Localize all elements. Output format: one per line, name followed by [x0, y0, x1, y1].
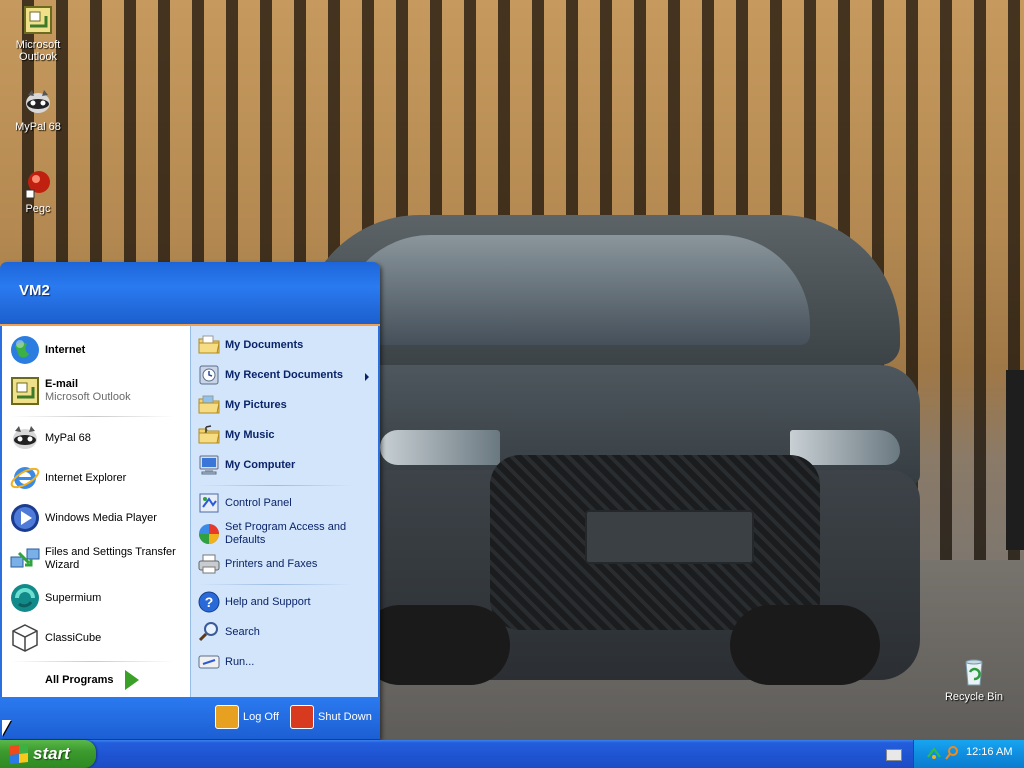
menu-item-label: Run...	[225, 655, 255, 668]
desktop-icon-label: Recycle Bin	[944, 691, 1004, 703]
menu-item-label: Windows Media Player	[45, 511, 157, 524]
menu-item-email[interactable]: E-mail Microsoft Outlook	[9, 375, 131, 407]
menu-item-label: My Pictures	[225, 398, 287, 411]
menu-item-printers-faxes[interactable]: Printers and Faxes	[197, 552, 317, 576]
menu-item-internet[interactable]: Internet	[9, 334, 85, 366]
menu-item-my-music[interactable]: My Music	[197, 423, 275, 447]
keyboard-icon[interactable]	[886, 749, 902, 761]
recycle-bin-icon	[965, 659, 983, 686]
transfer-wizard-icon	[10, 548, 40, 568]
outlook-icon	[24, 6, 52, 34]
ie-icon	[10, 467, 40, 489]
menu-item-sublabel: Microsoft Outlook	[45, 391, 131, 403]
menu-item-label: MyPal 68	[45, 431, 91, 444]
submenu-arrow-icon	[365, 373, 369, 381]
desktop-icon-mypal[interactable]: MyPal 68	[0, 86, 76, 133]
menu-item-mypal[interactable]: MyPal 68	[9, 422, 91, 454]
menu-item-search[interactable]: Search	[197, 620, 260, 644]
control-panel-icon	[199, 493, 219, 513]
menu-item-transfer-wizard[interactable]: Files and Settings Transfer Wizard	[9, 543, 184, 575]
menu-item-label: Help and Support	[225, 595, 311, 608]
outlook-icon	[11, 377, 39, 405]
menu-item-label: My Documents	[225, 338, 304, 351]
menu-item-media-player[interactable]: Windows Media Player	[9, 502, 157, 534]
divider	[10, 661, 175, 662]
desktop-icon-label: MyPal 68	[15, 121, 61, 133]
help-icon: ?	[198, 591, 220, 613]
menu-item-help-support[interactable]: ? Help and Support	[197, 590, 311, 614]
divider	[198, 485, 353, 486]
wallpaper-pillar	[1006, 370, 1024, 550]
menu-item-label: Control Panel	[225, 496, 292, 509]
folder-icon	[198, 335, 220, 354]
power-icon	[290, 705, 314, 729]
globe-icon	[11, 336, 39, 364]
supermium-icon	[11, 584, 39, 612]
mypal-icon	[13, 426, 37, 449]
log-off-label: Log Off	[243, 711, 279, 723]
start-menu-header: VM2	[0, 262, 380, 326]
menu-item-my-pictures[interactable]: My Pictures	[197, 393, 287, 417]
run-icon	[198, 655, 220, 669]
media-player-icon	[11, 504, 39, 532]
start-button[interactable]: start	[0, 740, 96, 768]
menu-item-label: My Recent Documents	[225, 368, 343, 381]
user-name: VM2	[19, 282, 50, 299]
wallpaper-car	[300, 215, 920, 685]
menu-item-classicube[interactable]: ClassiCube	[9, 622, 101, 654]
desktop-icon-label: Microsoft Outlook	[15, 39, 61, 63]
svg-text:?: ?	[205, 594, 214, 610]
menu-item-my-computer[interactable]: My Computer	[197, 453, 295, 477]
menu-item-label: Printers and Faxes	[225, 557, 318, 570]
windows-logo-icon	[10, 744, 28, 764]
pegc-icon	[25, 171, 50, 199]
menu-item-recent-documents[interactable]: My Recent Documents	[197, 363, 343, 387]
desktop-icon-recycle-bin[interactable]: Recycle Bin	[936, 656, 1012, 703]
menu-item-my-documents[interactable]: My Documents	[197, 333, 303, 357]
key-icon	[215, 705, 239, 729]
all-programs-button[interactable]: All Programs	[45, 670, 140, 690]
arrow-right-icon	[125, 670, 140, 690]
desktop-icon-pegc[interactable]: Pegc	[0, 168, 76, 215]
menu-item-run[interactable]: Run...	[197, 650, 254, 674]
search-icon	[198, 622, 218, 642]
menu-item-program-access[interactable]: Set Program Access and Defaults	[197, 521, 357, 547]
classicube-icon	[12, 624, 38, 652]
computer-icon	[199, 455, 219, 475]
mypal-icon	[26, 90, 50, 113]
menu-item-label: Files and Settings Transfer Wizard	[45, 546, 176, 571]
menu-item-supermium[interactable]: Supermium	[9, 582, 101, 614]
printer-icon	[198, 554, 220, 574]
menu-item-label: My Music	[225, 428, 275, 441]
menu-item-control-panel[interactable]: Control Panel	[197, 491, 292, 515]
mouse-cursor	[2, 720, 11, 736]
folder-icon	[198, 425, 220, 444]
network-icon[interactable]	[926, 745, 942, 761]
menu-item-label: Set Program Access and Defaults	[225, 521, 347, 546]
menu-item-internet-explorer[interactable]: Internet Explorer	[9, 462, 126, 494]
taskbar	[0, 740, 1024, 768]
menu-item-label: My Computer	[225, 458, 296, 471]
shut-down-button[interactable]: Shut Down	[290, 705, 372, 729]
search-icon[interactable]	[944, 745, 960, 761]
desktop-icon-outlook[interactable]: Microsoft Outlook	[0, 4, 76, 63]
divider	[198, 584, 353, 585]
menu-item-label: ClassiCube	[45, 631, 102, 644]
all-programs-label: All Programs	[45, 674, 114, 686]
menu-item-label: Supermium	[45, 591, 102, 604]
recent-docs-icon	[199, 365, 219, 385]
program-access-icon	[199, 524, 219, 544]
folder-icon	[198, 395, 220, 414]
desktop-icon-label: Pegc	[25, 203, 51, 215]
start-label: start	[33, 744, 70, 763]
shut-down-label: Shut Down	[318, 711, 372, 723]
log-off-button[interactable]: Log Off	[215, 705, 279, 729]
menu-item-label: Internet	[45, 343, 86, 356]
divider	[10, 416, 175, 417]
menu-item-label: Internet Explorer	[45, 471, 127, 484]
menu-item-label: Search	[225, 625, 260, 638]
clock[interactable]: 12:16 AM	[966, 746, 1012, 758]
menu-item-label: E-mail	[45, 378, 79, 390]
